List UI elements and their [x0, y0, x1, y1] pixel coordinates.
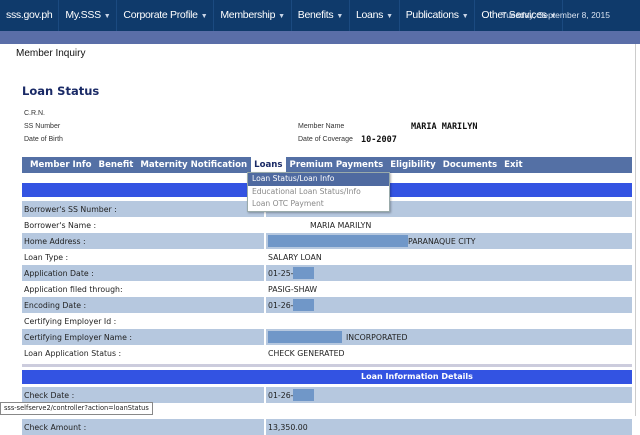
value-text: 01-26-: [268, 300, 294, 310]
redacted-block: [268, 331, 342, 343]
chevron-down-icon: ▼: [336, 13, 343, 20]
row-label: Check Date :: [22, 387, 266, 403]
value-text: SALARY LOAN: [268, 252, 322, 262]
nav-label: Benefits: [297, 9, 334, 21]
header-strip: [0, 31, 640, 44]
row-label: Application Date :: [22, 265, 266, 281]
menu-item[interactable]: Loan OTC Payment: [248, 198, 389, 211]
table-row: Certifying Employer Id :: [22, 313, 632, 329]
subnav-premium-payments[interactable]: Premium Payments: [287, 157, 387, 173]
chevron-down-icon: ▼: [103, 13, 111, 20]
redacted-block: [293, 299, 315, 311]
current-date: Tuesday, September 8, 2015: [501, 10, 610, 20]
redacted-block: [268, 235, 408, 247]
row-value: PARANAQUE CITY: [266, 233, 476, 249]
table-row: Application filed through: PASIG-SHAW: [22, 281, 632, 297]
nav-my-sss[interactable]: My.SSS ▼: [59, 0, 118, 31]
row-value: [266, 403, 268, 419]
nav-publications[interactable]: Publications ▼: [400, 0, 476, 31]
row-value: 01-26-: [266, 297, 315, 313]
member-subnav: Member Info Benefit Maternity Notification…: [22, 157, 632, 173]
redacted-block: [293, 267, 315, 279]
nav-label: Publications: [405, 9, 459, 21]
coverage-value: 10-2007: [361, 135, 397, 145]
row-value: INCORPORATED: [266, 329, 408, 345]
row-label: Borrower's SS Number :: [22, 201, 266, 217]
status-bar-url: sss-selfserve2/controller?action=loanSta…: [0, 402, 153, 415]
nav-benefits[interactable]: Benefits ▼: [292, 0, 350, 31]
row-value: 01-25-: [266, 265, 315, 281]
row-value: CHECK GENERATED: [266, 345, 345, 361]
divider: [22, 364, 632, 367]
loan-info-header: Loan Information Details: [22, 370, 632, 384]
page-title: Member Inquiry: [16, 48, 86, 59]
top-navigation: sss.gov.ph My.SSS ▼ Corporate Profile ▼ Membe…: [0, 0, 640, 31]
row-label: Loan Type :: [22, 249, 266, 265]
nav-membership[interactable]: Membership ▼: [214, 0, 292, 31]
loans-dropdown-menu: Loan Status/Loan Info Educational Loan St…: [247, 172, 390, 212]
value-text: INCORPORATED: [346, 332, 408, 342]
menu-item[interactable]: Loan Status/Loan Info: [248, 173, 389, 186]
row-label: Borrower's Name :: [22, 217, 266, 233]
value-text: 13,350.00: [268, 422, 308, 432]
table-row: Home Address : PARANAQUE CITY: [22, 233, 632, 249]
chevron-down-icon: ▼: [278, 13, 285, 20]
nav-corporate-profile[interactable]: Corporate Profile ▼: [117, 0, 215, 31]
subnav-loans[interactable]: Loans: [251, 157, 286, 173]
value-text: PARANAQUE CITY: [408, 236, 476, 246]
dob-label: Date of Birth: [24, 136, 63, 143]
ss-number-label: SS Number: [24, 123, 61, 130]
nav-label: Membership: [220, 9, 276, 21]
menu-item[interactable]: Educational Loan Status/Info: [248, 186, 389, 199]
row-value: MARIA MARILYN: [266, 217, 371, 233]
row-label: Loan Application Status :: [22, 345, 266, 361]
value-text: MARIA MARILYN: [310, 220, 372, 230]
member-name-value: MARIA MARILYN: [411, 122, 478, 132]
nav-label: Corporate Profile: [123, 9, 198, 21]
table-row: Loan Application Status : CHECK GENERATED: [22, 345, 632, 361]
row-label: Home Address :: [22, 233, 266, 249]
subnav-benefit[interactable]: Benefit: [96, 157, 137, 173]
value-text: PASIG-SHAW: [268, 284, 318, 294]
loan-status-table: Borrower's SS Number : Borrower's Name : M…: [22, 183, 632, 435]
subnav-exit[interactable]: Exit: [501, 157, 525, 173]
subnav-documents[interactable]: Documents: [440, 157, 500, 173]
nav-label: sss.gov.ph: [6, 9, 53, 21]
row-value: 01-26-: [266, 387, 315, 403]
value-text: 01-26-: [268, 390, 294, 400]
coverage-label: Date of Coverage: [298, 136, 353, 143]
table-row: Borrower's Name : MARIA MARILYN: [22, 217, 632, 233]
redacted-block: [293, 389, 315, 401]
subnav-eligibility[interactable]: Eligibility: [387, 157, 439, 173]
row-label: Encoding Date :: [22, 297, 266, 313]
chevron-down-icon: ▼: [461, 13, 469, 20]
table-row: Check Date :01-26-: [22, 387, 632, 403]
row-label: Certifying Employer Name :: [22, 329, 266, 345]
value-text: 01-25-: [268, 268, 294, 278]
nav-loans[interactable]: Loans ▼: [350, 0, 400, 31]
nav-sss-gov-ph[interactable]: sss.gov.ph: [0, 0, 60, 31]
row-value: 13,350.00: [266, 419, 308, 435]
subnav-maternity-notification[interactable]: Maternity Notification: [137, 157, 250, 173]
table-row: Check Amount :13,350.00: [22, 419, 632, 435]
chevron-down-icon: ▼: [200, 13, 208, 20]
subnav-member-info[interactable]: Member Info: [27, 157, 95, 173]
member-name-label: Member Name: [298, 123, 345, 130]
row-label: Certifying Employer Id :: [22, 313, 266, 329]
row-value: SALARY LOAN: [266, 249, 322, 265]
row-label: Check Amount :: [22, 419, 266, 435]
row-label: Application filed through:: [22, 281, 266, 297]
chevron-down-icon: ▼: [386, 13, 393, 20]
nav-label: Loans: [355, 9, 384, 21]
crn-label: C.R.N.: [24, 110, 45, 117]
row-value: PASIG-SHAW: [266, 281, 317, 297]
row-value: [266, 313, 268, 329]
nav-label: My.SSS: [65, 9, 101, 21]
value-text: CHECK GENERATED: [268, 348, 345, 358]
section-title: Loan Status: [22, 84, 100, 98]
table-row: Application Date :01-25-: [22, 265, 632, 281]
table-row: Loan Type : SALARY LOAN: [22, 249, 632, 265]
table-row: Certifying Employer Name : INCORPORATED: [22, 329, 632, 345]
table-row: Encoding Date :01-26-: [22, 297, 632, 313]
